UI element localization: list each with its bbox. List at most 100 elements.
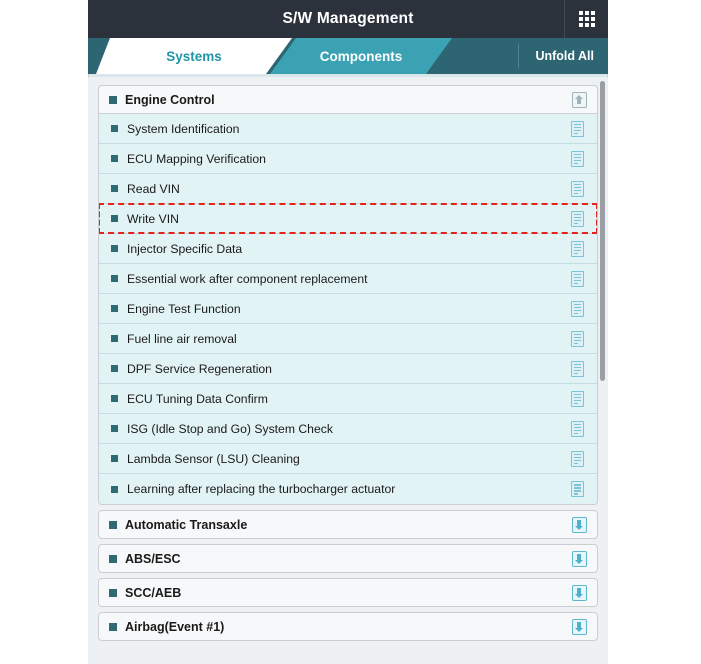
system-function-detail-button[interactable]	[567, 449, 587, 469]
bullet-icon	[111, 305, 118, 312]
system-function-row[interactable]: ISG (Idle Stop and Go) System Check	[99, 414, 597, 444]
system-group-header[interactable]: Engine Control	[98, 85, 598, 114]
grid-menu-button[interactable]	[564, 0, 608, 38]
system-function-row[interactable]: DPF Service Regeneration	[99, 354, 597, 384]
unfold-all-button[interactable]: Unfold All	[518, 44, 608, 68]
tab-components-label: Components	[319, 48, 403, 64]
system-function-label: System Identification	[127, 121, 240, 136]
sw-management-app: S/W Management Systems Components Unfold…	[88, 0, 608, 664]
system-function-label: ISG (Idle Stop and Go) System Check	[127, 421, 333, 436]
bullet-icon	[109, 554, 117, 563]
system-function-row[interactable]: Injector Specific Data	[99, 234, 597, 264]
system-function-detail-button[interactable]	[567, 149, 587, 169]
system-group-toggle-button[interactable]	[569, 617, 589, 637]
system-function-label: Essential work after component replaceme…	[127, 271, 368, 286]
bullet-icon	[111, 185, 118, 192]
expand-down-arrow-icon	[571, 516, 587, 533]
tab-bar: Systems Components Unfold All	[88, 38, 608, 74]
system-group: Airbag(Event #1)	[98, 612, 598, 641]
system-function-label: ECU Tuning Data Confirm	[127, 391, 268, 406]
system-function-row[interactable]: ECU Mapping Verification	[99, 144, 597, 174]
system-function-row[interactable]: System Identification	[99, 114, 597, 144]
bullet-icon	[111, 485, 118, 493]
expand-down-arrow-icon	[571, 618, 587, 635]
system-group-label: Airbag(Event #1)	[125, 619, 225, 634]
system-function-detail-button[interactable]	[567, 209, 587, 229]
system-function-detail-button[interactable]	[567, 419, 587, 439]
system-function-row[interactable]: Engine Test Function	[99, 294, 597, 324]
bullet-icon	[111, 125, 118, 132]
system-group-header[interactable]: SCC/AEB	[98, 578, 598, 607]
vertical-scrollbar[interactable]	[600, 81, 605, 660]
system-function-row[interactable]: Read VIN	[99, 174, 597, 204]
system-group-toggle-button[interactable]	[569, 583, 589, 603]
system-group: ABS/ESC	[98, 544, 598, 573]
document-icon	[570, 240, 584, 257]
system-function-label: ECU Mapping Verification	[127, 151, 266, 166]
system-function-list: System Identification ECU Mapping Verific…	[98, 114, 598, 505]
bullet-icon	[111, 335, 118, 342]
system-function-row[interactable]: ECU Tuning Data Confirm	[99, 384, 597, 414]
title-bar: S/W Management	[88, 0, 608, 38]
screenshot-root: S/W Management Systems Components Unfold…	[0, 0, 701, 664]
document-icon	[570, 330, 584, 347]
expand-down-arrow-icon	[571, 584, 587, 601]
bullet-icon	[109, 520, 117, 529]
system-function-detail-button[interactable]	[567, 479, 587, 499]
system-group-label: Engine Control	[125, 92, 215, 107]
document-icon	[570, 390, 584, 407]
system-group-label: SCC/AEB	[125, 585, 182, 600]
system-function-label: Read VIN	[127, 181, 180, 196]
document-icon	[570, 180, 584, 197]
grid-menu-icon	[578, 11, 595, 27]
system-group: Automatic Transaxle	[98, 510, 598, 539]
system-group: SCC/AEB	[98, 578, 598, 607]
system-group-list: Engine Control System Identification ECU M…	[98, 85, 598, 641]
system-function-row[interactable]: Fuel line air removal	[99, 324, 597, 354]
system-group: Engine Control System Identification ECU M…	[98, 85, 598, 505]
tab-components[interactable]: Components	[270, 38, 452, 74]
system-function-detail-button[interactable]	[567, 119, 587, 139]
document-icon	[570, 120, 584, 137]
tab-bar-spacer	[452, 38, 518, 74]
system-list-scroll-area[interactable]: Engine Control System Identification ECU M…	[88, 77, 608, 664]
tab-systems[interactable]: Systems	[96, 38, 292, 74]
document-icon	[570, 210, 584, 227]
bullet-icon	[111, 425, 118, 432]
system-group-header[interactable]: ABS/ESC	[98, 544, 598, 573]
system-group-header[interactable]: Automatic Transaxle	[98, 510, 598, 539]
system-function-detail-button[interactable]	[567, 269, 587, 289]
unfold-all-label: Unfold All	[535, 49, 594, 63]
system-group-toggle-button[interactable]	[569, 515, 589, 535]
bullet-icon	[111, 155, 118, 162]
system-group-header[interactable]: Airbag(Event #1)	[98, 612, 598, 641]
system-function-label: Write VIN	[127, 211, 179, 226]
bullet-icon	[109, 588, 117, 597]
system-function-label: Lambda Sensor (LSU) Cleaning	[127, 451, 300, 466]
system-group-label: ABS/ESC	[125, 551, 181, 566]
system-function-detail-button[interactable]	[567, 329, 587, 349]
vertical-scrollbar-thumb[interactable]	[600, 81, 605, 381]
bullet-icon	[111, 245, 118, 252]
system-group-label: Automatic Transaxle	[125, 517, 248, 532]
system-function-detail-button[interactable]	[567, 179, 587, 199]
system-function-row[interactable]: Essential work after component replaceme…	[99, 264, 597, 294]
document-icon	[570, 270, 584, 287]
tab-systems-label: Systems	[166, 48, 222, 64]
system-function-label: Engine Test Function	[127, 301, 241, 316]
document-icon	[570, 420, 584, 437]
document-icon	[570, 450, 584, 467]
system-function-detail-button[interactable]	[567, 239, 587, 259]
system-group-toggle-button[interactable]	[569, 90, 589, 110]
document-icon	[570, 360, 584, 377]
system-function-detail-button[interactable]	[567, 299, 587, 319]
system-function-row[interactable]: Learning after replacing the turbocharge…	[99, 474, 597, 504]
system-function-detail-button[interactable]	[567, 359, 587, 379]
system-function-row-selected[interactable]: Write VIN	[99, 203, 597, 234]
bullet-icon	[111, 275, 118, 282]
expand-down-arrow-icon	[571, 550, 587, 567]
system-function-detail-button[interactable]	[567, 389, 587, 409]
system-group-toggle-button[interactable]	[569, 549, 589, 569]
system-function-row[interactable]: Lambda Sensor (LSU) Cleaning	[99, 444, 597, 474]
document-icon	[570, 481, 584, 497]
